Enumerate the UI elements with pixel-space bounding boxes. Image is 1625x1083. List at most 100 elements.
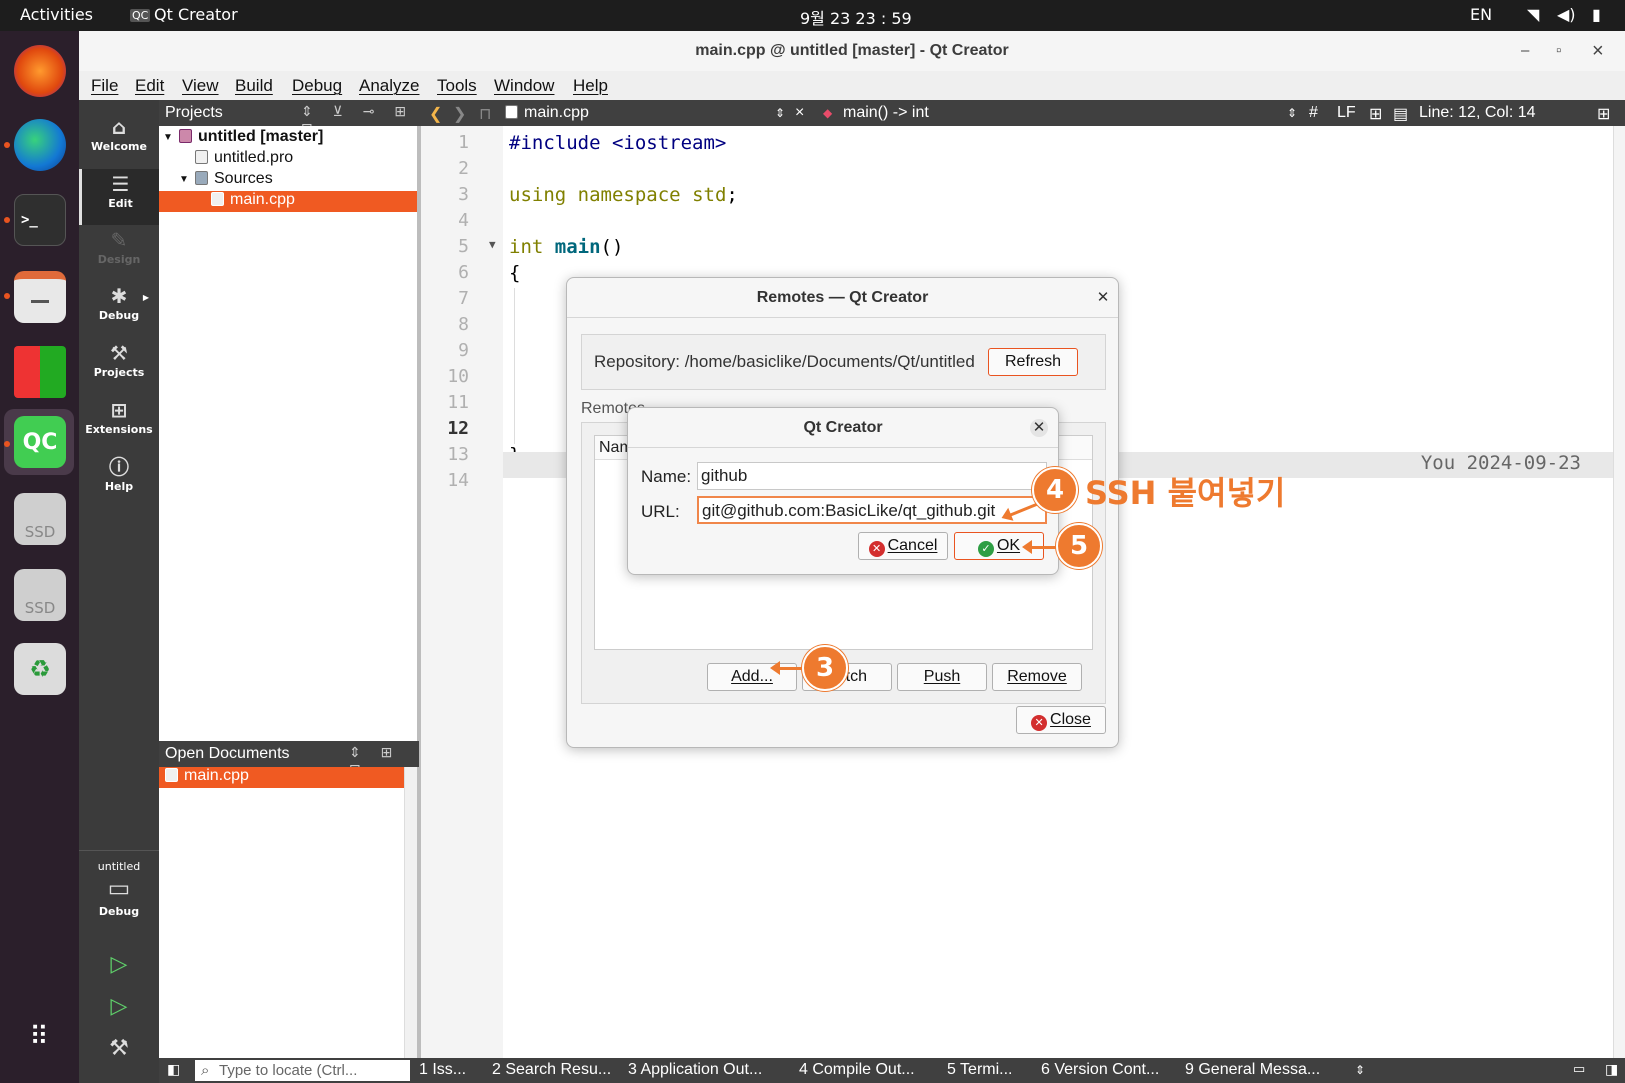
forward-arrow-icon[interactable]: ❯ — [453, 104, 466, 124]
mode-extensions[interactable]: ⊞ Extensions — [79, 395, 159, 451]
maximize-button[interactable]: ▫ — [1556, 31, 1561, 71]
running-indicator — [4, 441, 10, 447]
cursor-position[interactable]: Line: 12, Col: 14 — [1419, 104, 1536, 122]
edge-browser-icon[interactable] — [14, 119, 66, 171]
activities-button[interactable]: Activities — [20, 5, 93, 24]
running-indicator — [4, 142, 10, 148]
back-arrow-icon[interactable]: ❮ — [429, 104, 442, 124]
app-grid-colorful-icon[interactable] — [14, 346, 66, 398]
output-tab-application-output[interactable]: 3 Application Out... — [628, 1061, 762, 1079]
window-titlebar: main.cpp @ untitled [master] - Qt Creato… — [79, 31, 1625, 71]
lock-icon[interactable]: ⊓ — [479, 104, 491, 124]
split-editor-icon[interactable]: ⊞ — [1597, 104, 1610, 124]
menu-view[interactable]: View — [182, 76, 219, 96]
close-file-icon[interactable]: × — [795, 104, 804, 122]
toggle-right-sidebar-icon[interactable]: ◨ — [1605, 1061, 1618, 1078]
line-ending-selector[interactable]: LF — [1337, 104, 1356, 122]
help-circle-icon: ⓘ — [109, 455, 129, 479]
mode-design: ✎ Design — [79, 225, 159, 281]
menu-analyze[interactable]: Analyze — [359, 76, 419, 96]
progress-toggle-icon[interactable]: ▭ — [1573, 1061, 1585, 1077]
remove-button[interactable]: Remove — [992, 663, 1082, 691]
qt-creator-icon[interactable]: QC — [14, 416, 66, 468]
remote-url-input[interactable]: git@github.com:BasicLike/qt_github.git — [697, 496, 1047, 524]
push-button[interactable]: Push — [897, 663, 987, 691]
split-icon[interactable]: ⊞ — [1369, 104, 1382, 124]
output-tab-version-control[interactable]: 6 Version Cont... — [1041, 1061, 1159, 1079]
menu-window[interactable]: Window — [494, 76, 554, 96]
minimize-button[interactable]: – — [1521, 31, 1529, 71]
ssd-drive-icon[interactable]: SSD — [14, 569, 66, 621]
mode-welcome[interactable]: ⌂ Welcome — [79, 112, 159, 168]
show-apps-icon[interactable]: ⠿ — [14, 1011, 66, 1063]
tree-row-sources[interactable]: ▼ Sources — [159, 170, 417, 191]
menu-file[interactable]: File — [91, 76, 118, 96]
output-tab-issues[interactable]: 1 Iss... — [419, 1061, 466, 1079]
output-tab-compile-output[interactable]: 4 Compile Out... — [799, 1061, 915, 1079]
hash-button[interactable]: # — [1309, 104, 1318, 122]
output-tab-terminal[interactable]: 5 Termi... — [947, 1061, 1013, 1079]
line-number: 5 — [458, 236, 469, 257]
symbol-selector[interactable]: main() -> int — [843, 104, 929, 122]
locator-input[interactable]: ⌕ Type to locate (Ctrl... — [195, 1060, 410, 1081]
projects-pane-title[interactable]: Projects — [165, 104, 223, 122]
menu-edit[interactable]: Edit — [135, 76, 164, 96]
url-label: URL: — [641, 502, 680, 521]
files-icon[interactable] — [14, 271, 66, 323]
search-icon: ⌕ — [201, 1062, 210, 1079]
mode-help[interactable]: ⓘ Help — [79, 452, 159, 508]
output-tab-search-results[interactable]: 2 Search Resu... — [492, 1061, 611, 1079]
open-docs-scrollbar[interactable] — [404, 767, 417, 1058]
build-button[interactable]: ⚒ — [79, 1034, 159, 1074]
remotes-dialog-title: Remotes — Qt Creator — [567, 278, 1118, 318]
menu-tools[interactable]: Tools — [437, 76, 477, 96]
firefox-icon[interactable] — [14, 45, 66, 97]
remote-name-input[interactable]: github — [697, 462, 1047, 490]
outline-icon[interactable]: ▤ — [1393, 104, 1408, 124]
repository-path: Repository: /home/basiclike/Documents/Qt… — [594, 352, 975, 371]
open-doc-item[interactable]: main.cpp — [159, 767, 406, 788]
wrench-icon: ⚒ — [110, 341, 128, 365]
input-language[interactable]: EN — [1470, 5, 1492, 24]
code-line-6: { — [509, 262, 521, 284]
refresh-button[interactable]: Refresh — [988, 348, 1078, 376]
tree-row-pro-file[interactable]: untitled.pro — [159, 149, 417, 170]
tree-row-project[interactable]: ▼ untitled [master] — [159, 128, 417, 149]
ssd-drive-icon[interactable]: SSD — [14, 493, 66, 545]
toggle-sidebar-icon[interactable]: ◧ — [167, 1061, 180, 1078]
terminal-icon[interactable]: >_ — [14, 194, 66, 246]
line-number: 13 — [447, 444, 469, 465]
debug-run-button[interactable]: ▷ — [79, 992, 159, 1032]
tree-row-main-cpp[interactable]: main.cpp — [159, 191, 417, 212]
extensions-grid-icon: ⊞ — [110, 398, 128, 422]
wifi-icon[interactable]: ◥ — [1527, 5, 1539, 24]
more-tabs-arrows-icon[interactable]: ⇕ — [1355, 1063, 1365, 1077]
cancel-button[interactable]: ✕ Cancel — [858, 532, 948, 560]
menu-debug[interactable]: Debug — [292, 76, 342, 96]
close-icon[interactable]: ✕ — [1030, 419, 1048, 437]
output-tab-general-messages[interactable]: 9 General Messa... — [1185, 1061, 1320, 1079]
battery-icon[interactable]: ▮ — [1592, 5, 1601, 24]
active-app-name[interactable]: Qt Creator — [154, 5, 238, 24]
menu-help[interactable]: Help — [573, 76, 608, 96]
mode-design-label: Design — [97, 253, 141, 266]
fold-arrow-icon[interactable]: ▼ — [489, 238, 496, 251]
mode-debug[interactable]: ✱ Debug ▶ — [79, 281, 159, 337]
pro-file-label: untitled.pro — [195, 149, 293, 167]
close-button[interactable]: ✕ Close — [1016, 706, 1106, 734]
file-selector[interactable]: main.cpp — [505, 104, 589, 122]
trash-icon[interactable]: ♻ — [14, 643, 66, 695]
mode-edit[interactable]: ☰ Edit — [79, 169, 159, 225]
mode-projects[interactable]: ⚒ Projects — [79, 338, 159, 394]
close-icon[interactable]: ✕ — [1094, 289, 1112, 307]
run-button[interactable]: ▷ — [79, 950, 159, 990]
clock[interactable]: 9월 23 23 : 59 — [800, 5, 912, 29]
mode-welcome-label: Welcome — [91, 140, 147, 153]
editor-scrollbar[interactable] — [1613, 126, 1625, 1058]
open-docs-title[interactable]: Open Documents — [165, 745, 290, 763]
menu-build[interactable]: Build — [235, 76, 273, 96]
editor-toolbar: ❮ ❯ ⊓ main.cpp ⇕ × ◆ main() -> int ⇕ # L… — [419, 100, 1625, 126]
kit-selector[interactable]: untitled ▭ Debug — [79, 856, 159, 936]
volume-icon[interactable]: ◀) — [1557, 5, 1576, 24]
close-window-button[interactable]: × — [1592, 31, 1604, 71]
